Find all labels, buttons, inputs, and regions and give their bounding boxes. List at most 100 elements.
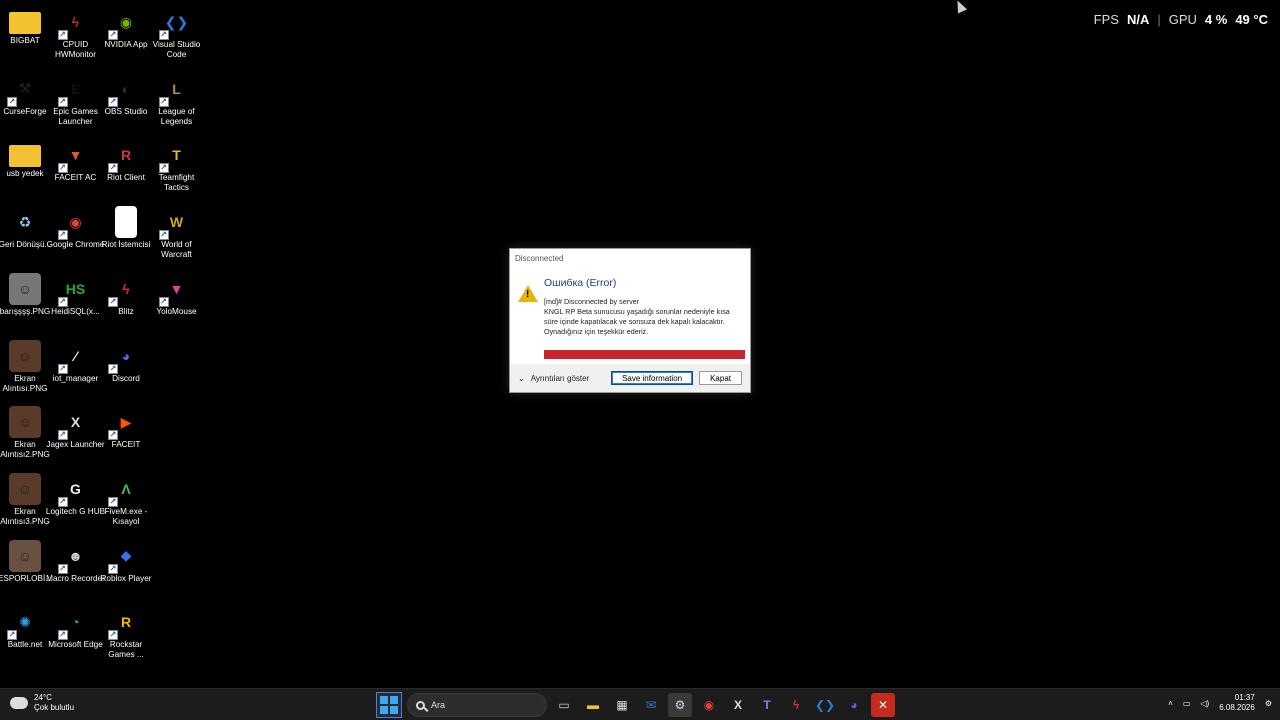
- discord-icon[interactable]: ◕: [842, 693, 866, 717]
- folder-icon: ▬: [9, 12, 41, 34]
- search-box[interactable]: Ara: [407, 693, 547, 717]
- clock[interactable]: 01:37 6.08.2026: [1219, 693, 1255, 713]
- desktop-icon[interactable]: W ↗ World of Warcraft: [152, 206, 202, 260]
- desktop-icon[interactable]: ▼ ↗ YoloMouse: [152, 273, 202, 317]
- teams-icon[interactable]: T: [755, 693, 779, 717]
- desktop-icon-label: Discord: [112, 373, 140, 383]
- shortcut-arrow-icon: ↗: [108, 30, 118, 40]
- shortcut-arrow-icon: ↗: [158, 163, 169, 174]
- edge-icon: ◔ ↗: [57, 614, 80, 641]
- shortcut-arrow-icon: ↗: [57, 363, 68, 374]
- fivem-icon: Λ ↗: [108, 480, 131, 507]
- ms-store-icon[interactable]: ▦: [610, 693, 634, 717]
- desktop-icon[interactable]: ϟ ↗ CPUID HWMonitor: [51, 6, 101, 60]
- desktop-icon[interactable]: ☺ ESPORLOBİ...: [0, 539, 52, 584]
- desktop-icon[interactable]: ☺ Ekran Alıntısı2.PNG: [0, 406, 50, 460]
- shortcut-arrow-icon: ↗: [158, 230, 169, 241]
- fps-overlay: FPS N/A | GPU 4 % 49 °C: [1094, 12, 1268, 27]
- desktop-icon-label: Visual Studio Code: [152, 40, 201, 59]
- desktop-icon[interactable]: ✺ ↗ Battle.net: [0, 606, 50, 650]
- message-line-1: [md]# Disconnected by server: [544, 297, 640, 306]
- desktop-icon[interactable]: ◐ ↗ OBS Studio: [101, 73, 151, 117]
- faceit-icon: ▶ ↗: [108, 413, 132, 441]
- desktop-icon[interactable]: ▯ Riot İstemcisi: [101, 206, 151, 250]
- volume-icon[interactable]: ◁): [1200, 699, 1209, 708]
- network-icon[interactable]: ▭: [1183, 699, 1191, 708]
- chevron-down-icon: ⌄: [518, 373, 525, 383]
- recycle-bin-icon: ♻: [18, 213, 32, 230]
- iot-manager-icon: ⁄ ↗: [57, 347, 77, 374]
- show-details-toggle[interactable]: ⌄ Ayrıntıları göster: [518, 374, 605, 383]
- shortcut-arrow-icon: ↗: [158, 30, 169, 40]
- file-explorer-icon[interactable]: ▬: [581, 693, 605, 717]
- start-button[interactable]: [376, 692, 402, 718]
- search-icon: [416, 700, 425, 710]
- image-thumbnail-icon: ☺: [9, 472, 41, 505]
- error-app-icon[interactable]: ✕: [871, 693, 895, 717]
- desktop-icon[interactable]: G ↗ Logitech G HUB: [46, 473, 105, 517]
- desktop-icon[interactable]: L ↗ League of Legends: [152, 73, 202, 127]
- desktop-icon[interactable]: ☺ barışşşş.PNG: [0, 272, 50, 317]
- desktop-icon[interactable]: Λ ↗ FiveM.exe - Kısayol: [101, 473, 151, 527]
- folder-icon: ▬: [9, 145, 41, 168]
- desktop-icon[interactable]: ☺ Ekran Alıntısı.PNG: [0, 339, 50, 394]
- save-information-button[interactable]: Save information: [611, 371, 694, 385]
- desktop-icon[interactable]: ▬ usb yedek: [0, 139, 50, 179]
- desktop-icon[interactable]: E ↗ Epic Games Launcher: [51, 73, 101, 127]
- shortcut-arrow-icon: ↗: [108, 563, 118, 574]
- tft-icon: T ↗: [158, 147, 181, 174]
- desktop-icon[interactable]: R ↗ Rockstar Games ...: [101, 606, 151, 660]
- desktop-icon-label: Teamfight Tactics: [158, 173, 195, 193]
- task-view-icon[interactable]: ▭: [552, 693, 576, 717]
- desktop-icon[interactable]: ☻ ↗ Macro Recorder: [46, 540, 105, 584]
- chrome-icon[interactable]: ◉: [697, 693, 721, 717]
- shortcut-arrow-icon: ↗: [108, 496, 118, 507]
- desktop-icon-label: FACEIT: [111, 440, 141, 450]
- weather-widget[interactable]: 24°C Çok bulutlu: [10, 692, 74, 713]
- desktop-icon[interactable]: HS ↗ HeidiSQL(x...: [51, 273, 101, 317]
- system-tray: ˄ ▭ ◁) 01:37 6.08.2026 ⚙: [1168, 693, 1272, 713]
- desktop-icon[interactable]: ◉ ↗ Google Chrome: [47, 206, 105, 250]
- desktop-icon[interactable]: ◕ ↗ Discord: [101, 340, 151, 384]
- desktop-icon[interactable]: ϟ ↗ Blitz: [101, 273, 151, 317]
- close-button[interactable]: Kapat: [699, 371, 742, 385]
- battlenet-icon: ✺ ↗: [7, 613, 31, 641]
- steam-icon[interactable]: ⚙: [668, 693, 692, 717]
- notification-icon[interactable]: ⚙: [1265, 699, 1272, 708]
- vscode-icon[interactable]: ❮❯: [813, 693, 837, 717]
- desktop-icon-label: League of Legends: [158, 106, 195, 126]
- desktop-icon-label: Rockstar Games ...: [108, 640, 144, 660]
- desktop-icon[interactable]: ▬ BIGBAT: [0, 6, 50, 46]
- taskbar: 24°C Çok bulutlu Ara ▭ ▬ ▦ ✉ ⚙ ◉ X Tϟ ❮❯ ◕ ✕ ˄ ▭ ◁…: [0, 688, 1280, 720]
- desktop-icon[interactable]: ▶ ↗ FACEIT: [101, 406, 151, 450]
- desktop-icon[interactable]: ◆ ↗ Roblox Player: [101, 540, 152, 584]
- chevron-up-icon[interactable]: ˄: [1168, 699, 1173, 708]
- gpu-usage: 4 %: [1204, 12, 1228, 27]
- shortcut-arrow-icon: ↗: [57, 230, 68, 241]
- riot-client-icon: R ↗: [108, 147, 132, 174]
- desktop-icon[interactable]: X ↗ Jagex Launcher: [46, 406, 104, 450]
- desktop-icon[interactable]: T ↗ Teamfight Tactics: [152, 139, 202, 193]
- desktop-icon[interactable]: ▼ ↗ FACEIT AC: [51, 139, 101, 183]
- shortcut-arrow-icon: ↗: [7, 630, 17, 641]
- pinned-apps: ▭ ▬ ▦ ✉ ⚙ ◉ X Tϟ ❮❯ ◕ ✕: [552, 693, 895, 717]
- search-placeholder: Ara: [431, 700, 446, 710]
- desktop-icon[interactable]: ⚒ ↗ CurseForge: [0, 73, 50, 117]
- desktop-icon-label: FiveM.exe - Kısayol: [104, 506, 148, 526]
- desktop-icon-label: Roblox Player: [100, 573, 152, 583]
- hwmonitor-icon[interactable]: ϟ: [784, 693, 808, 717]
- outlook-icon[interactable]: ✉: [639, 693, 663, 717]
- obs-icon: ◐ ↗: [108, 80, 131, 107]
- desktop-icon[interactable]: ❮❯ ↗ Visual Studio Code: [152, 6, 202, 60]
- faceit-ac-icon: ▼ ↗: [57, 147, 83, 174]
- warning-icon: !: [518, 285, 538, 302]
- jagex-icon: X ↗: [57, 414, 81, 441]
- desktop-icon[interactable]: ⁄ ↗ iot_manager: [51, 340, 101, 384]
- desktop-icon[interactable]: ☺ Ekran Alıntısı3.PNG: [0, 472, 50, 527]
- desktop-icon[interactable]: ♻ Geri Dönüşü...: [0, 206, 51, 250]
- image-thumbnail-icon: ☺: [9, 406, 41, 439]
- desktop-icon[interactable]: R ↗ Riot Client: [101, 139, 151, 183]
- desktop-icon[interactable]: ◔ ↗ Microsoft Edge: [48, 606, 103, 650]
- desktop-icon[interactable]: ◉ ↗ NVIDIA App: [101, 6, 151, 50]
- jagex-icon[interactable]: X: [726, 693, 750, 717]
